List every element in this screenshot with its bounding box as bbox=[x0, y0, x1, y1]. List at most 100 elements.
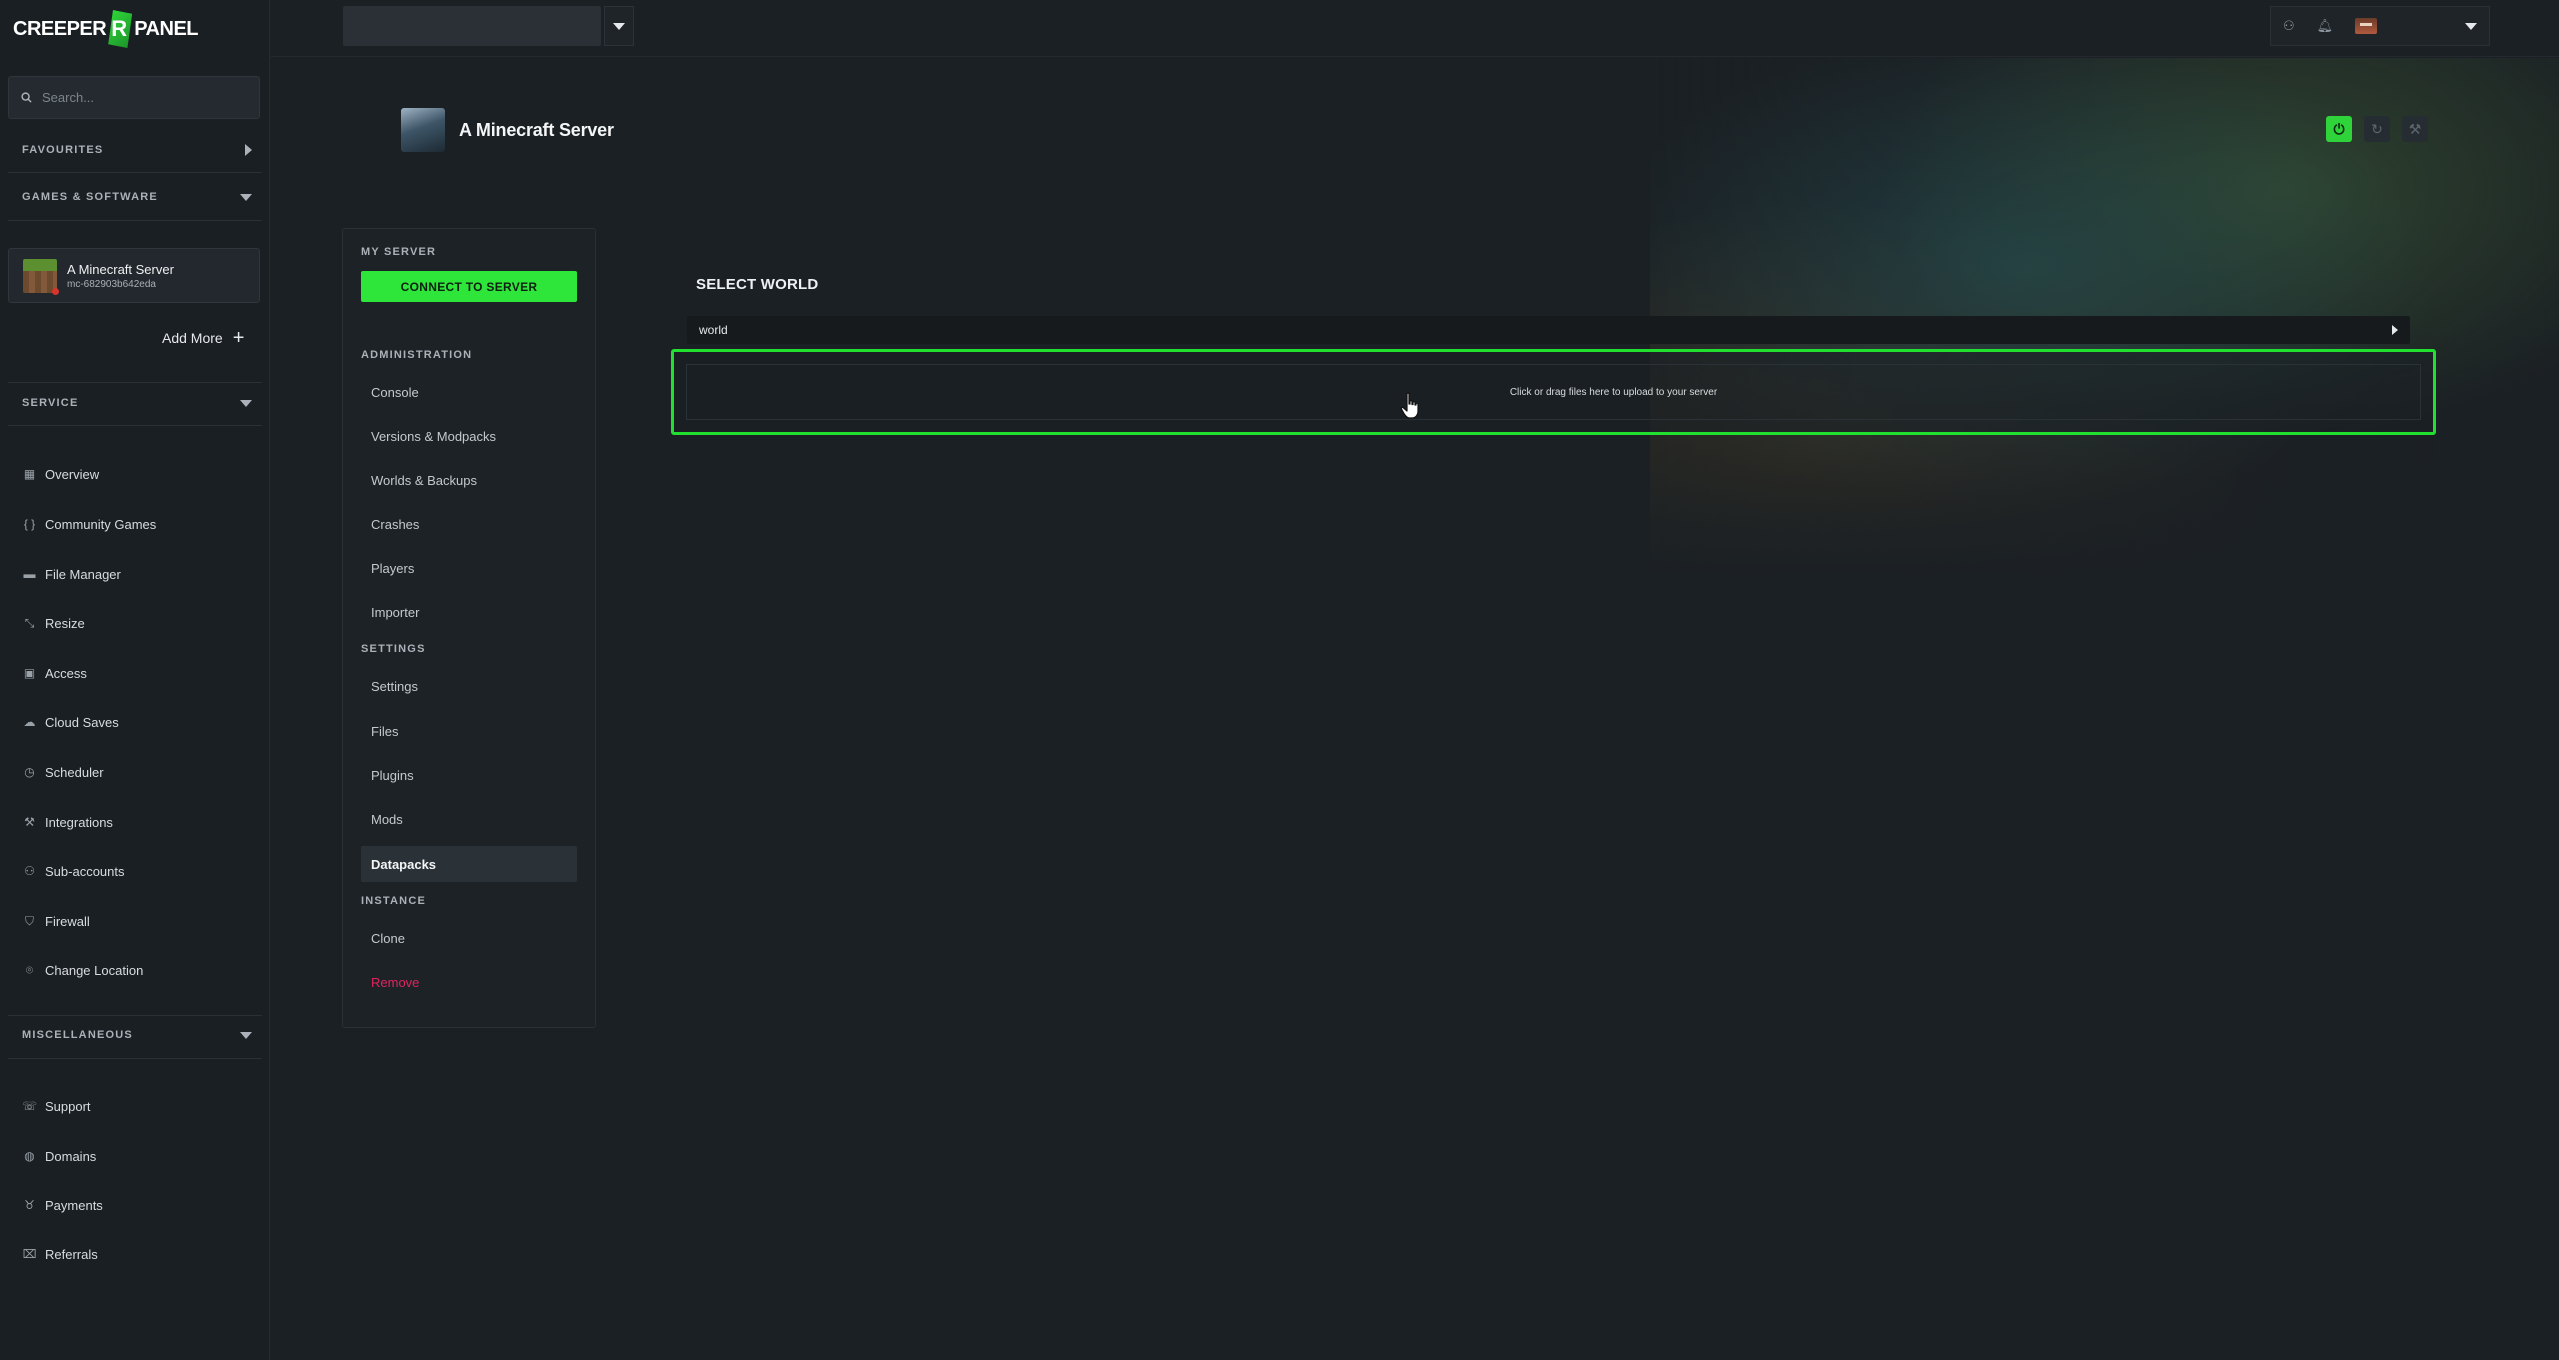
select-world-heading: SELECT WORLD bbox=[696, 276, 819, 293]
dropzone-inner[interactable]: Click or drag files here to upload to yo… bbox=[686, 364, 2421, 420]
sidebar-item-domains[interactable]: ◍ Domains bbox=[22, 1145, 96, 1167]
sidebar-item-referrals[interactable]: ⌧ Referrals bbox=[22, 1243, 98, 1265]
sidebar-item-payments[interactable]: ♉ Payments bbox=[22, 1194, 103, 1216]
subnav-item-files[interactable]: Files bbox=[361, 713, 577, 749]
miscellaneous-section-toggle[interactable]: MISCELLANEOUS bbox=[22, 1025, 252, 1045]
sidebar-item-firewall[interactable]: ⛉ Firewall bbox=[22, 910, 90, 932]
subnav-item-worlds-backups[interactable]: Worlds & Backups bbox=[361, 462, 577, 498]
sidebar-item-cloud-saves[interactable]: ☁ Cloud Saves bbox=[22, 711, 119, 733]
users-icon[interactable]: ⚇ bbox=[2283, 18, 2295, 34]
administration-heading: ADMINISTRATION bbox=[361, 349, 473, 361]
logo-text-right: PANEL bbox=[134, 17, 199, 40]
clock-icon: ◷ bbox=[24, 765, 35, 779]
avatar[interactable] bbox=[2355, 18, 2378, 34]
miscellaneous-label: MISCELLANEOUS bbox=[22, 1029, 133, 1041]
sidebar-item-label: Support bbox=[45, 1098, 91, 1114]
games-software-section-toggle[interactable]: GAMES & SOFTWARE bbox=[22, 187, 252, 207]
sidebar-item-integrations[interactable]: ⚒ Integrations bbox=[22, 811, 113, 833]
sidebar-item-file-manager[interactable]: ▬ File Manager bbox=[22, 563, 121, 585]
subnav-item-console[interactable]: Console bbox=[361, 374, 577, 410]
service-section-toggle[interactable]: SERVICE bbox=[22, 393, 252, 413]
divider bbox=[8, 425, 262, 426]
server-selector-dropdown-button[interactable] bbox=[604, 6, 634, 46]
sidebar-item-label: Cloud Saves bbox=[45, 714, 119, 730]
subnav-item-datapacks[interactable]: Datapacks bbox=[361, 846, 577, 882]
cloud-icon: ☁ bbox=[23, 715, 36, 729]
subnav-item-players[interactable]: Players bbox=[361, 550, 577, 586]
grid-icon: ▦ bbox=[23, 467, 36, 481]
sidebar-item-label: Community Games bbox=[45, 516, 157, 532]
resize-icon: ⤡ bbox=[24, 615, 35, 630]
chevron-down-icon bbox=[240, 399, 252, 407]
sidebar-item-label: Access bbox=[45, 665, 87, 681]
world-select-value: world bbox=[699, 323, 728, 337]
globe-icon: ◍ bbox=[24, 1149, 35, 1163]
sidebar-item-label: Resize bbox=[45, 615, 85, 631]
connect-to-server-button[interactable]: CONNECT TO SERVER bbox=[361, 271, 577, 302]
server-selector[interactable] bbox=[343, 6, 601, 46]
sidebar-item-access[interactable]: ▣ Access bbox=[22, 662, 87, 684]
sidebar-item-resize[interactable]: ⤡ Resize bbox=[22, 612, 85, 634]
sidebar-item-sub-accounts[interactable]: ⚇ Sub-accounts bbox=[22, 860, 124, 882]
subnav-item-remove[interactable]: Remove bbox=[361, 964, 577, 1000]
server-thumbnail bbox=[401, 108, 445, 152]
tools-button[interactable]: ⚒ bbox=[2402, 116, 2428, 142]
divider bbox=[8, 1015, 262, 1016]
creeperpanel-logo[interactable]: CREEPER R PANEL bbox=[13, 8, 199, 50]
server-card[interactable]: A Minecraft Server mc-682903b642eda bbox=[8, 248, 260, 303]
favourites-section-toggle[interactable]: FAVOURITES bbox=[22, 140, 252, 160]
search-icon bbox=[21, 92, 32, 103]
sidebar-item-scheduler[interactable]: ◷ Scheduler bbox=[22, 761, 103, 783]
search-input[interactable] bbox=[42, 90, 242, 105]
subnav-item-settings[interactable]: Settings bbox=[361, 668, 577, 704]
restart-icon: ↻ bbox=[2371, 120, 2383, 137]
file-upload-dropzone[interactable]: Click or drag files here to upload to yo… bbox=[671, 349, 2436, 435]
page-title: A Minecraft Server bbox=[459, 119, 614, 140]
chevron-down-icon bbox=[240, 1031, 252, 1039]
location-pin-icon: ⌾ bbox=[25, 962, 34, 977]
chevron-down-icon bbox=[613, 22, 625, 30]
divider bbox=[8, 220, 262, 221]
hand-cursor-icon bbox=[1400, 392, 1419, 419]
server-actions: ⏻ ↻ ⚒ bbox=[2326, 116, 2428, 142]
subnav-item-plugins[interactable]: Plugins bbox=[361, 757, 577, 793]
chevron-down-icon[interactable] bbox=[2465, 22, 2477, 30]
sidebar-item-support[interactable]: ☏ Support bbox=[22, 1095, 91, 1117]
page-header: A Minecraft Server bbox=[401, 108, 614, 152]
restart-button[interactable]: ↻ bbox=[2364, 116, 2390, 142]
search-box[interactable] bbox=[8, 76, 260, 119]
subnav-item-mods[interactable]: Mods bbox=[361, 801, 577, 837]
subnav-item-versions-modpacks[interactable]: Versions & Modpacks bbox=[361, 418, 577, 454]
sidebar-item-label: Referrals bbox=[45, 1246, 98, 1262]
add-more-button[interactable]: Add More + bbox=[162, 328, 244, 348]
chevron-down-icon bbox=[240, 193, 252, 201]
sidebar-item-overview[interactable]: ▦ Overview bbox=[22, 463, 99, 485]
sidebar-item-label: Domains bbox=[45, 1148, 97, 1164]
server-navigation: MY SERVER CONNECT TO SERVER ADMINISTRATI… bbox=[342, 228, 596, 1028]
service-label: SERVICE bbox=[22, 397, 79, 409]
shield-icon: ⛉ bbox=[24, 913, 34, 928]
subnav-item-clone[interactable]: Clone bbox=[361, 920, 577, 956]
sidebar-item-change-location[interactable]: ⌾ Change Location bbox=[22, 959, 143, 981]
add-more-label: Add More bbox=[162, 330, 223, 346]
divider bbox=[8, 1058, 262, 1059]
instance-heading: INSTANCE bbox=[361, 895, 427, 907]
sidebar-item-community-games[interactable]: { } Community Games bbox=[22, 513, 156, 535]
world-select-dropdown[interactable]: world bbox=[687, 316, 2410, 344]
sidebar-item-label: File Manager bbox=[45, 566, 121, 582]
divider bbox=[8, 382, 262, 383]
sidebar-item-label: Overview bbox=[45, 466, 100, 482]
folder-icon: ▬ bbox=[23, 567, 36, 581]
power-button[interactable]: ⏻ bbox=[2326, 116, 2352, 142]
subnav-item-importer[interactable]: Importer bbox=[361, 594, 577, 630]
piggy-bank-icon: ♉ bbox=[24, 1198, 35, 1212]
bell-icon[interactable]: 🔔︎ bbox=[2317, 18, 2334, 34]
logo-text-left: CREEPER bbox=[13, 17, 107, 40]
subnav-item-crashes[interactable]: Crashes bbox=[361, 506, 577, 542]
braces-icon: { } bbox=[23, 517, 36, 531]
account-toolbar: ⚇ 🔔︎ bbox=[2270, 6, 2490, 46]
top-bar: ⚇ 🔔︎ bbox=[271, 0, 2559, 57]
wrench-icon: ⚒ bbox=[24, 815, 35, 829]
favourites-label: FAVOURITES bbox=[22, 144, 104, 156]
plus-icon: + bbox=[232, 327, 245, 349]
